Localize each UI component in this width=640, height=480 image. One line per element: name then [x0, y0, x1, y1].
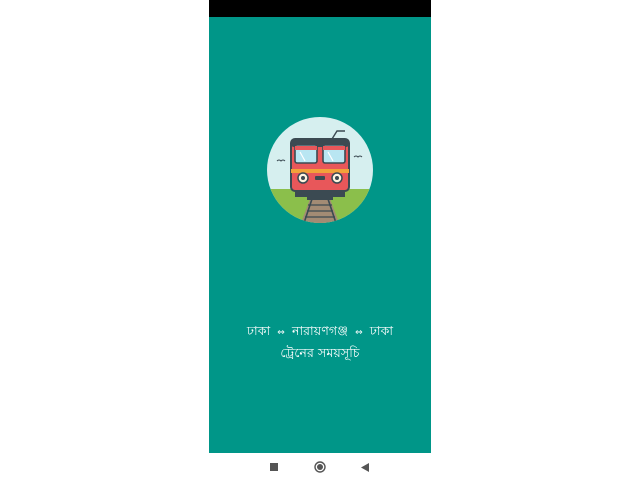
route-title-line: ঢাকা ⇔ নারায়ণগঞ্জ ⇔ ঢাকা	[209, 321, 431, 343]
bidirectional-arrow-icon: ⇔	[355, 328, 363, 338]
home-button[interactable]	[312, 459, 328, 475]
recent-apps-icon	[270, 463, 278, 471]
train-logo-icon	[267, 117, 373, 223]
navigation-bar	[209, 453, 431, 480]
back-icon	[361, 462, 369, 472]
route-to-label: ঢাকা	[369, 323, 394, 338]
route-via-label: নারায়ণগঞ্জ	[292, 323, 348, 338]
recent-apps-button[interactable]	[266, 459, 282, 475]
schedule-subtitle: ট্রেনের সময়সূচি	[280, 345, 360, 360]
home-icon	[314, 461, 326, 473]
phone-screen: ঢাকা ⇔ নারায়ণগঞ্জ ⇔ ঢাকা ট্রেনের সময়সূ…	[209, 0, 431, 480]
screen: ঢাকা ⇔ নারায়ণগঞ্জ ⇔ ঢাকা ট্রেনের সময়সূ…	[0, 0, 640, 480]
route-from-label: ঢাকা	[246, 323, 271, 338]
back-button[interactable]	[357, 459, 373, 475]
bidirectional-arrow-icon: ⇔	[277, 328, 285, 338]
splash-screen: ঢাকা ⇔ নারায়ণগঞ্জ ⇔ ঢাকা ট্রেনের সময়সূ…	[209, 17, 431, 453]
status-bar	[209, 0, 431, 17]
app-title: ঢাকা ⇔ নারায়ণগঞ্জ ⇔ ঢাকা ট্রেনের সময়সূ…	[209, 321, 431, 363]
